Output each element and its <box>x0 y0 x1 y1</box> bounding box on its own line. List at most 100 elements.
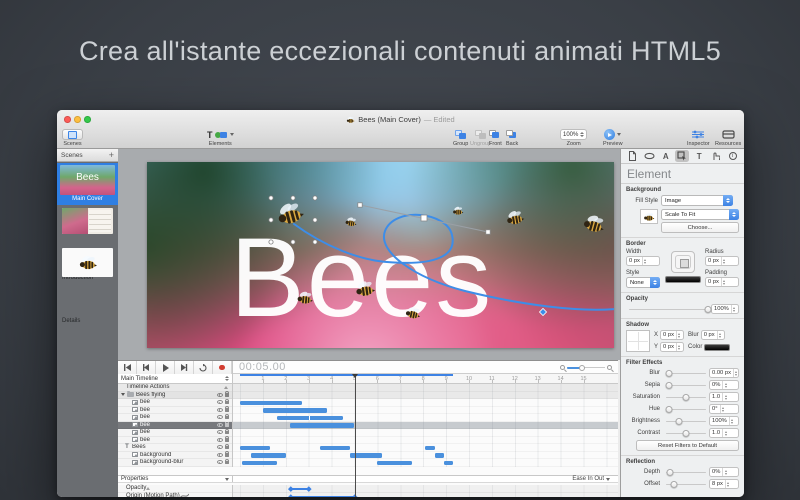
property-track[interactable] <box>233 493 618 498</box>
lock-toggle[interactable] <box>225 393 230 397</box>
timeline-track[interactable] <box>233 399 618 407</box>
timeline-track[interactable] <box>233 459 618 467</box>
choose-image-button[interactable]: Choose... <box>661 222 739 233</box>
timeline-layer-timeline-actions[interactable]: Timeline Actions <box>118 384 232 392</box>
border-width-stepper[interactable]: 0 px <box>626 256 660 266</box>
bee-element[interactable] <box>345 216 358 227</box>
timeline-track[interactable] <box>233 422 618 430</box>
animation-bar[interactable] <box>377 461 411 466</box>
bee-element[interactable] <box>297 290 313 304</box>
lock-toggle[interactable] <box>225 401 230 405</box>
filter-brightness-slider[interactable] <box>666 418 706 425</box>
filter-brightness-stepper[interactable]: 100% <box>709 416 739 426</box>
bee-element[interactable] <box>355 279 376 297</box>
timeline-track[interactable] <box>233 429 618 437</box>
reflection-offset-slider[interactable] <box>666 481 706 488</box>
visibility-toggle[interactable] <box>217 423 223 427</box>
play-button[interactable] <box>156 361 175 374</box>
bee-element[interactable] <box>405 305 422 320</box>
animation-bar[interactable] <box>240 401 302 406</box>
lock-toggle[interactable] <box>225 431 230 435</box>
timeline-layer-bee[interactable]: bee <box>118 422 232 430</box>
inspector-tab-element[interactable] <box>675 150 689 162</box>
bezier-control-point[interactable] <box>486 230 490 234</box>
bee-element[interactable] <box>506 208 525 225</box>
timeline-track[interactable] <box>233 414 618 422</box>
selection-handle[interactable] <box>313 218 317 222</box>
visibility-toggle[interactable] <box>217 453 223 457</box>
timeline-zoom-control[interactable] <box>560 365 612 371</box>
resources-button[interactable]: Resources <box>715 129 741 147</box>
timeline-layer-bee[interactable]: bee <box>118 414 232 422</box>
inspector-tab-identity[interactable]: i <box>726 150 740 162</box>
selection-handle[interactable] <box>313 196 317 200</box>
timeline-track[interactable] <box>233 444 618 452</box>
timeline-layer-bee[interactable]: bee <box>118 399 232 407</box>
timeline-layer-bees[interactable]: TBees <box>118 444 232 452</box>
record-button[interactable] <box>213 361 232 374</box>
filter-sepia-slider[interactable] <box>666 382 706 389</box>
inspector-toggle-button[interactable]: Inspector <box>687 129 710 147</box>
inspector-tab-scene[interactable] <box>642 150 656 162</box>
property-row-opacity[interactable]: Opacity <box>118 485 232 493</box>
filter-blur-stepper[interactable]: 0.00 px <box>709 368 739 378</box>
visibility-toggle[interactable] <box>217 408 223 412</box>
filter-contrast-stepper[interactable]: 1.0 <box>709 428 739 438</box>
filter-contrast-slider[interactable] <box>666 430 706 437</box>
disclosure-triangle[interactable] <box>121 393 125 396</box>
selection-handle[interactable] <box>291 240 295 244</box>
inspector-tab-actions[interactable] <box>709 150 723 162</box>
lock-toggle[interactable] <box>225 416 230 420</box>
front-button[interactable]: Front <box>489 129 502 147</box>
filter-sepia-stepper[interactable]: 0% <box>709 380 739 390</box>
shadow-color-swatch[interactable] <box>704 344 730 351</box>
reflection-offset-stepper[interactable]: 8 px <box>709 479 739 489</box>
opacity-stepper[interactable]: 100% <box>711 304 739 314</box>
filter-saturation-slider[interactable] <box>666 394 706 401</box>
easing-selector[interactable]: Ease In Out <box>572 476 604 482</box>
fill-style-dropdown[interactable]: Image <box>661 195 733 206</box>
padding-stepper[interactable]: 0 px <box>705 277 739 287</box>
timeline-zoom-knob[interactable] <box>579 365 585 371</box>
inspector-tab-text[interactable]: T <box>692 150 706 162</box>
motion-path[interactable] <box>294 215 614 310</box>
collapse-properties-icon[interactable] <box>225 478 229 481</box>
bee-element[interactable] <box>453 206 463 215</box>
lock-toggle[interactable] <box>225 423 230 427</box>
bezier-control-point[interactable] <box>421 215 427 221</box>
group-button[interactable]: Group <box>453 129 468 147</box>
selection-handle[interactable] <box>313 240 317 244</box>
border-color-swatch[interactable] <box>665 276 701 283</box>
fill-image-thumbnail[interactable] <box>640 209 658 224</box>
zoom-stepper[interactable]: 100% Zoom <box>560 129 587 147</box>
bee-element[interactable] <box>583 212 607 234</box>
visibility-toggle[interactable] <box>217 445 223 449</box>
visibility-toggle[interactable] <box>217 460 223 464</box>
zoom-out-icon[interactable] <box>560 365 565 370</box>
reflection-depth-stepper[interactable]: 0% <box>709 467 739 477</box>
selection-handle[interactable] <box>269 218 273 222</box>
visibility-toggle[interactable] <box>217 415 223 419</box>
timeline-layer-bee[interactable]: bee <box>118 407 232 415</box>
lock-toggle[interactable] <box>225 446 230 450</box>
ungroup-button[interactable]: Ungroup <box>470 129 491 147</box>
timeline-layer-bees-flying[interactable]: Bees flying <box>118 392 232 400</box>
timeline-track[interactable] <box>233 437 618 445</box>
shadow-blur-stepper[interactable]: 0 px <box>701 330 725 340</box>
shadow-y-stepper[interactable]: 0 px <box>660 342 684 352</box>
animation-bar[interactable] <box>444 461 453 466</box>
main-timeline-selector[interactable]: Main Timeline <box>118 374 233 384</box>
timeline-layer-bee[interactable]: bee <box>118 429 232 437</box>
animation-bar[interactable] <box>240 446 270 451</box>
lock-toggle[interactable] <box>225 438 230 442</box>
opacity-slider[interactable] <box>629 306 708 313</box>
property-row-origin-motion-path-[interactable]: Origin (Motion Path) <box>118 493 232 498</box>
visibility-toggle[interactable] <box>217 438 223 442</box>
selection-handle[interactable] <box>269 240 273 244</box>
visibility-toggle[interactable] <box>217 400 223 404</box>
lock-toggle[interactable] <box>225 453 230 457</box>
zoom-in-icon[interactable] <box>607 365 612 370</box>
animation-bar[interactable] <box>320 446 350 451</box>
selection-handle[interactable] <box>291 196 295 200</box>
preview-button[interactable]: Preview <box>603 129 623 147</box>
